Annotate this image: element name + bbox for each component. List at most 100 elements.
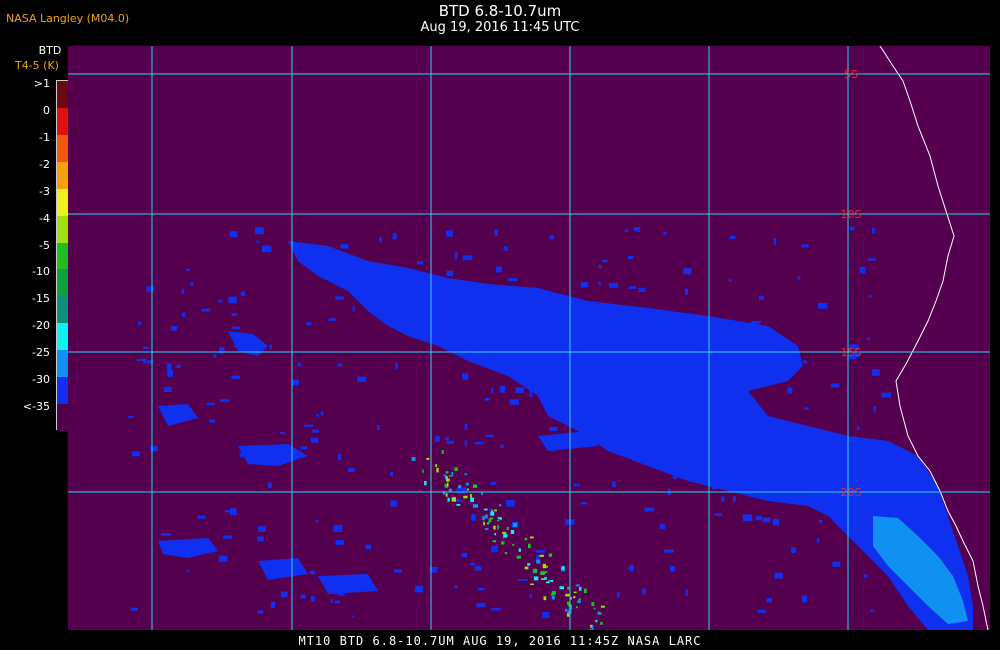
cloud-speck: [223, 535, 233, 539]
cloud-speck: [625, 229, 628, 232]
cloud-speck: [859, 266, 866, 274]
cloud-speck: [390, 471, 393, 477]
speckle-dot: [561, 566, 565, 570]
speckle-dot: [494, 533, 496, 536]
cloud-speck: [337, 588, 345, 596]
speckle-dot: [545, 581, 550, 584]
speckle-dot: [463, 495, 468, 499]
cloud-speck: [827, 467, 836, 473]
speckle-dot: [518, 548, 521, 552]
speckle-dot: [443, 474, 447, 477]
cloud-speck: [360, 580, 367, 584]
speckle-dot: [566, 613, 570, 617]
speckle-dot: [485, 514, 488, 519]
speckle-dot: [576, 606, 578, 609]
speckle-dot: [465, 482, 469, 486]
cloud-speck: [386, 266, 394, 270]
cloud-speck: [515, 387, 524, 394]
speckle-dot: [591, 625, 594, 630]
speckle-dot: [532, 570, 536, 573]
cloud-speck: [830, 383, 840, 388]
cloud-speck: [612, 481, 616, 488]
speckle-dot: [448, 488, 453, 492]
cloud-speck: [627, 566, 632, 570]
cloud-speck: [586, 382, 595, 388]
cloud-speck: [330, 599, 333, 603]
cloud-speck: [870, 609, 875, 612]
cloud-speck: [816, 538, 820, 543]
map-title: BTD 6.8-10.7um: [438, 2, 562, 20]
cloud-speck: [759, 295, 764, 300]
cloud-speck: [591, 375, 595, 379]
cloud-speck: [401, 323, 406, 327]
cloud-speck: [415, 585, 424, 593]
cloud-speck: [550, 447, 554, 452]
cloud-speck: [804, 488, 810, 494]
cloud-speck: [867, 337, 870, 341]
cloud-speck: [762, 517, 771, 523]
speckle-dot: [493, 525, 496, 530]
cloud-speck: [142, 346, 150, 350]
cloud-speck: [190, 282, 194, 286]
cloud-speck: [257, 526, 266, 532]
longitude-label: 0: [567, 46, 574, 49]
speckle-dot: [435, 464, 437, 468]
cloud-region: [318, 574, 378, 594]
cloud-speck: [549, 427, 558, 431]
speckle-dot: [470, 497, 474, 502]
cloud-speck: [476, 603, 486, 608]
cloud-speck: [310, 596, 315, 602]
speckle-dot: [426, 457, 430, 460]
cloud-speck: [240, 291, 245, 296]
cloud-speck: [783, 448, 788, 451]
cloud-speck: [747, 465, 754, 468]
cloud-speck: [491, 387, 494, 394]
cloud-speck: [872, 228, 875, 234]
cloud-speck: [711, 484, 718, 490]
cloud-speck: [474, 441, 484, 445]
cloud-speck: [817, 302, 828, 309]
speckle-dot: [548, 553, 553, 557]
speckle-dot: [530, 583, 534, 586]
cloud-speck: [640, 341, 649, 346]
cloud-speck: [678, 350, 682, 356]
cloud-speck: [606, 318, 615, 324]
cloud-speck: [476, 315, 481, 320]
cloud-speck: [863, 466, 870, 473]
cloud-speck: [623, 378, 632, 385]
cloud-speck: [166, 363, 172, 371]
speckle-dot: [578, 598, 581, 601]
cloud-speck: [862, 537, 872, 541]
cloud-speck: [256, 240, 259, 243]
cloud-speck: [462, 255, 473, 261]
speckle-dot: [524, 537, 528, 541]
speckle-dot: [529, 536, 534, 539]
cloud-speck: [377, 425, 380, 430]
cloud-speck: [642, 588, 646, 595]
speckle-dot: [551, 591, 556, 595]
cloud-speck: [309, 570, 316, 574]
cloud-speck: [500, 444, 504, 448]
cloud-speck: [524, 313, 528, 320]
cloud-speck: [517, 328, 527, 334]
cloud-speck: [801, 244, 809, 248]
cloud-speck: [499, 385, 506, 393]
cloud-speck: [797, 463, 801, 469]
latitude-label: 5S: [844, 68, 858, 81]
speckle-dot: [422, 469, 424, 473]
speckle-dot: [464, 473, 468, 476]
legend-label: -25: [32, 346, 50, 360]
cloud-speck: [580, 502, 588, 505]
cloud-speck: [464, 440, 467, 447]
cloud-speck: [663, 231, 667, 236]
cloud-speck: [471, 514, 476, 521]
cloud-speck: [850, 520, 853, 525]
speckle-dot: [544, 576, 547, 580]
footer-caption: MT10 BTD 6.8-10.7UM AUG 19, 2016 11:45Z …: [298, 634, 702, 648]
cloud-speck: [280, 431, 285, 434]
cloud-speck: [333, 525, 343, 532]
speckle-dot: [451, 497, 456, 502]
cloud-speck: [229, 508, 237, 516]
speckle-dot: [528, 543, 531, 549]
cloud-speck: [609, 380, 619, 384]
